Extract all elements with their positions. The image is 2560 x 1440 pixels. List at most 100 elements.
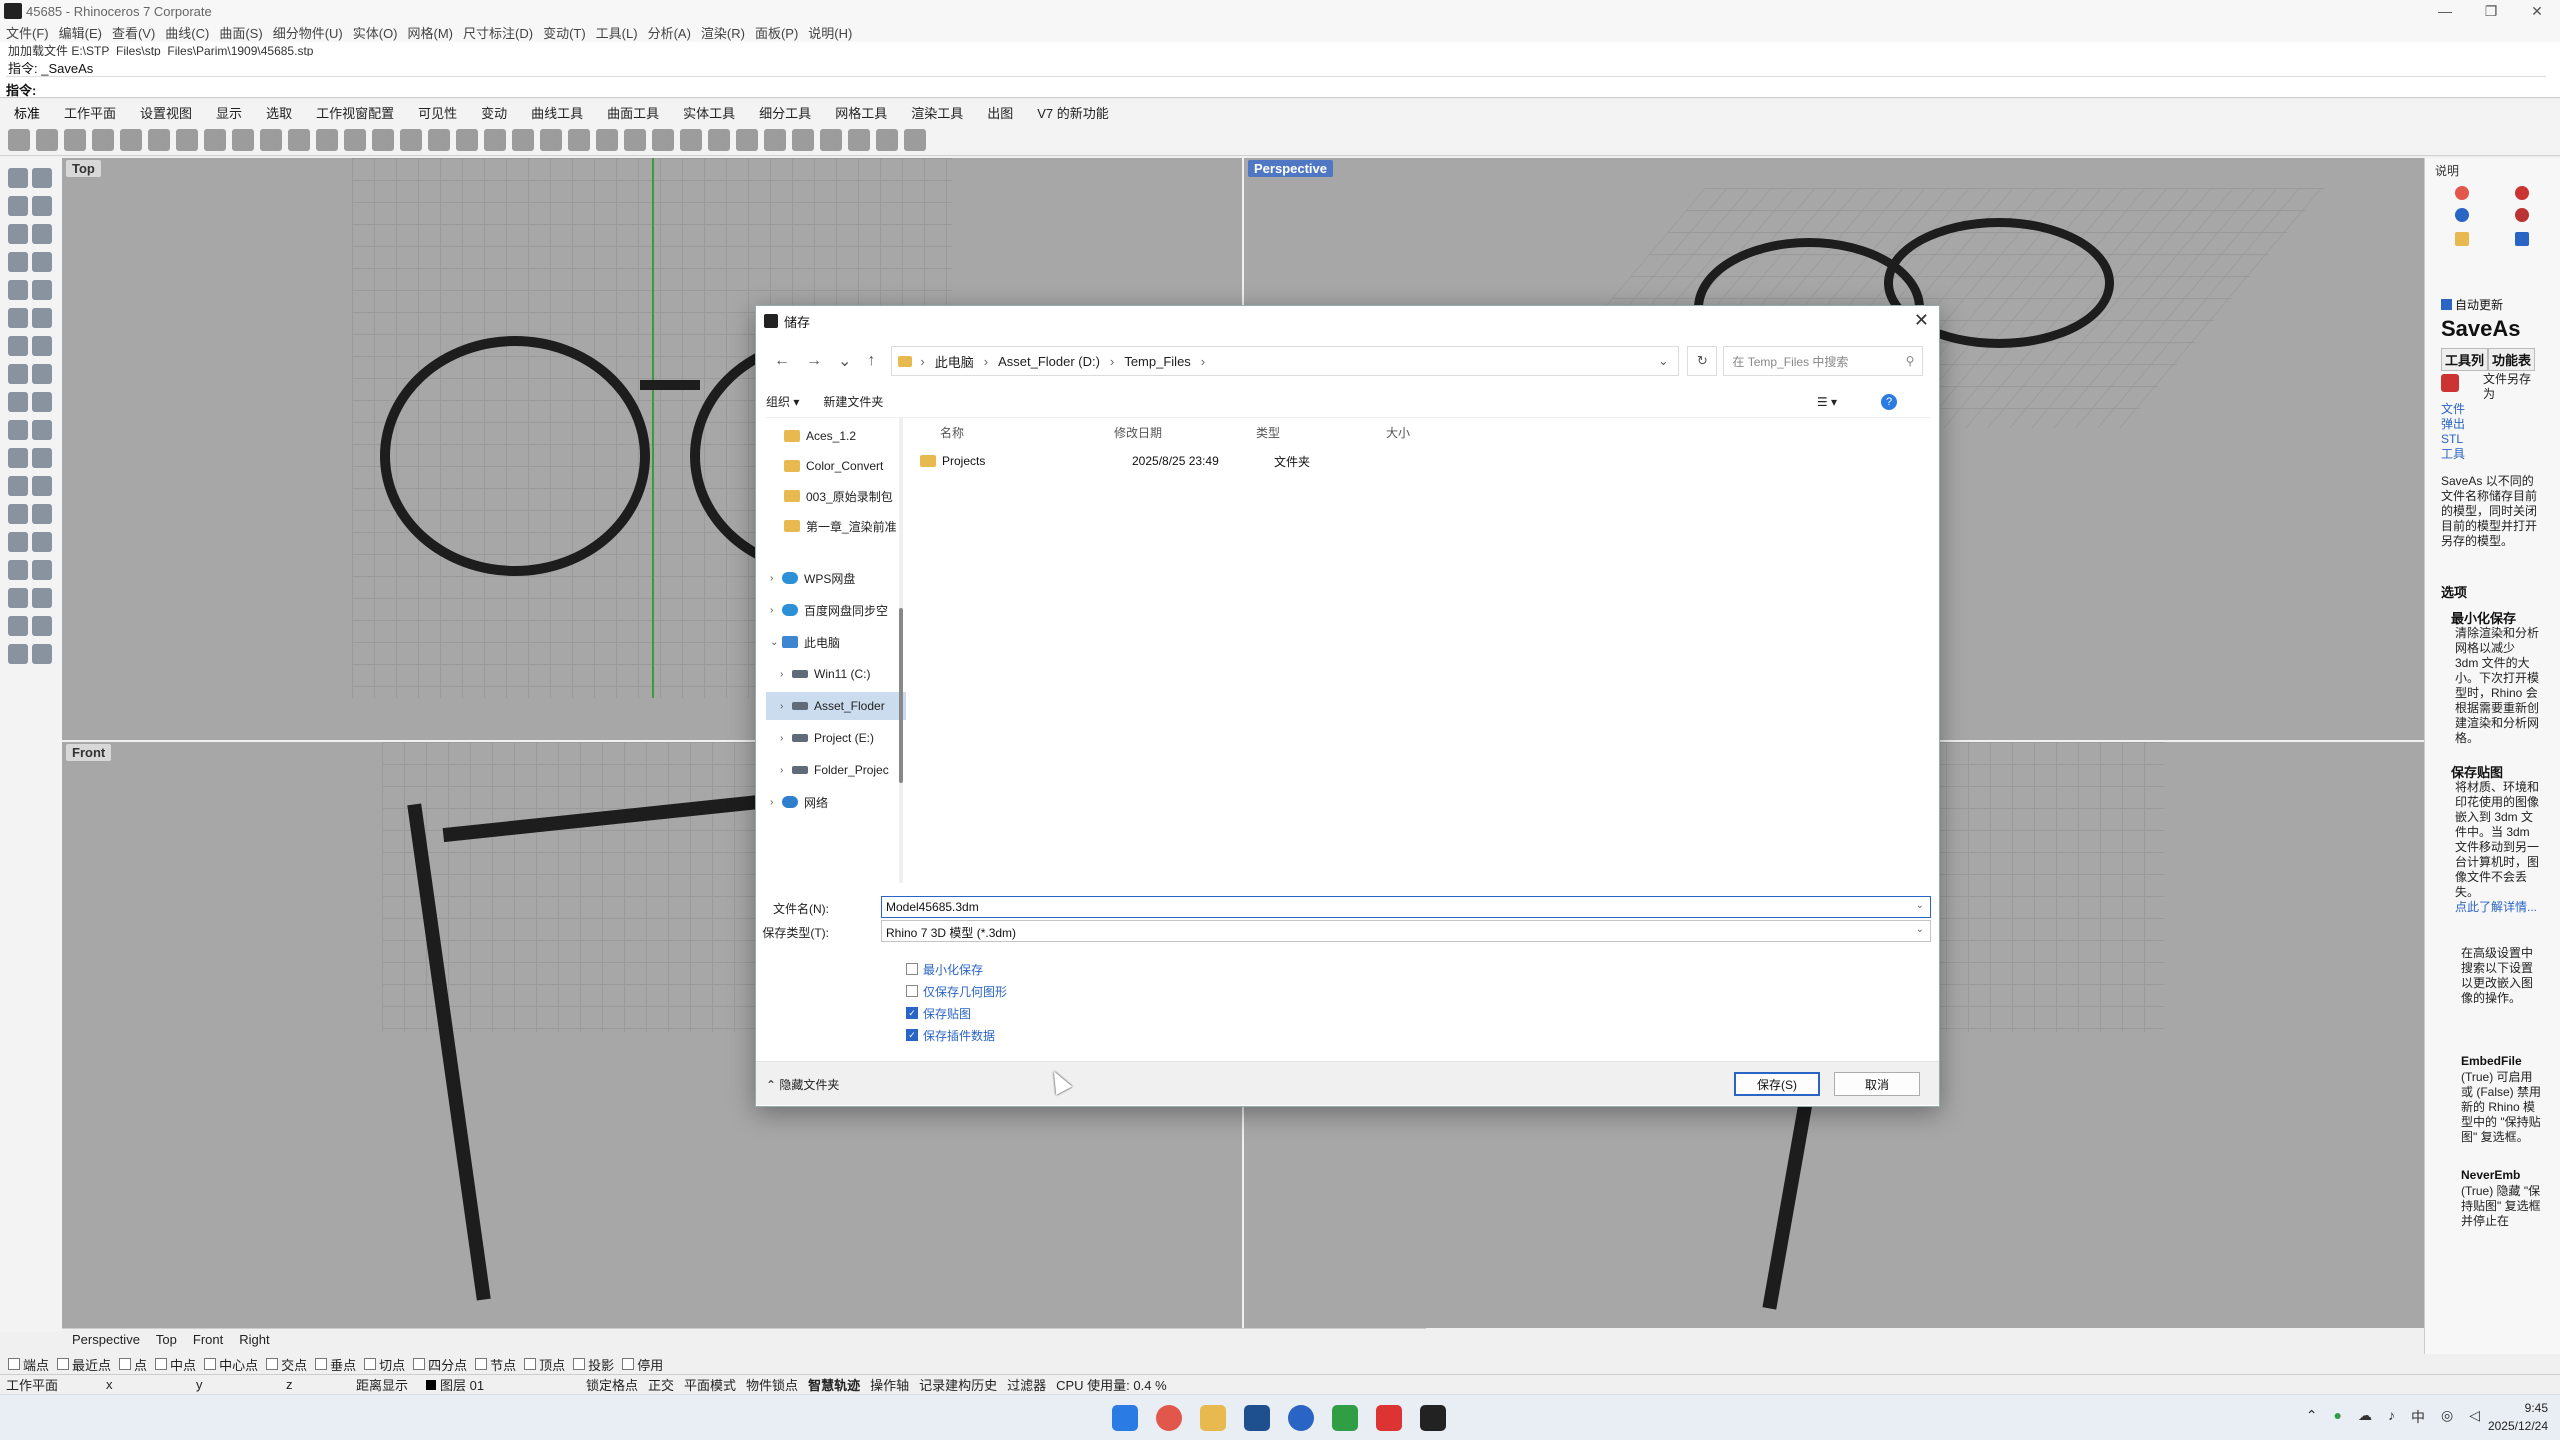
nav-item-003[interactable]: 003_原始录制包 [766, 482, 906, 510]
help-icon[interactable] [904, 128, 926, 151]
pen-panel-icon[interactable] [2515, 208, 2529, 222]
fillet-tool-icon[interactable] [32, 280, 52, 300]
menu-view[interactable]: 查看(V) [112, 23, 155, 42]
status-toggle-planar[interactable]: 平面模式 [684, 1375, 736, 1394]
breadcrumb-temp-files[interactable]: Temp_Files [1124, 354, 1190, 369]
save-button[interactable]: 保存(S) [1734, 1072, 1820, 1096]
tab-mesh-tools[interactable]: 网格工具 [835, 103, 887, 122]
pan-icon[interactable] [260, 128, 282, 151]
status-cplane[interactable]: 工作平面 [6, 1375, 96, 1394]
save-file-icon[interactable] [64, 128, 86, 151]
tray-mic-icon[interactable]: ♪ [2388, 1407, 2395, 1427]
auto-update-checkbox[interactable]: 自动更新 [2441, 296, 2503, 313]
tab-render-tools[interactable]: 渲染工具 [911, 103, 963, 122]
menu-transform[interactable]: 变动(T) [543, 23, 586, 42]
rotate-view-icon[interactable] [288, 128, 310, 151]
status-toggle-ortho[interactable]: 正交 [648, 1375, 674, 1394]
zoom-icon[interactable] [316, 128, 338, 151]
polygon-tool-icon[interactable] [32, 252, 52, 272]
group-tool-icon[interactable] [8, 532, 28, 552]
scale-tool-icon[interactable] [32, 420, 52, 440]
pen-icon[interactable] [792, 128, 814, 151]
viewport-label-front[interactable]: Front [66, 744, 112, 761]
polyline-tool-icon[interactable] [8, 196, 28, 216]
vp-tab-right[interactable]: Right [239, 1332, 269, 1347]
tab-display[interactable]: 显示 [216, 103, 242, 122]
help-tool-links[interactable]: 文件 弹出 STL 工具 [2441, 402, 2477, 462]
import-icon[interactable] [120, 128, 142, 151]
osnap-near[interactable]: 最近点 [57, 1355, 111, 1374]
osnap-vertex[interactable]: 顶点 [524, 1355, 565, 1374]
menu-subd[interactable]: 细分物件(U) [273, 23, 343, 42]
search-input[interactable]: 在 Temp_Files 中搜索 ⚲ [1723, 346, 1924, 376]
layer-icon[interactable] [652, 128, 674, 151]
col-name[interactable]: 名称 [940, 424, 964, 441]
zoom-window-icon[interactable] [344, 128, 366, 151]
split-tool-icon[interactable] [32, 476, 52, 496]
vp-tab-top[interactable]: Top [156, 1332, 177, 1347]
nav-item-project-e[interactable]: › Project (E:) [766, 724, 906, 752]
view-options-icon[interactable]: ☰ ▾ [1817, 395, 1837, 409]
col-type[interactable]: 类型 [1256, 424, 1280, 441]
cancel-button[interactable]: 取消 [1834, 1072, 1920, 1096]
rhino-taskbar-icon[interactable] [1420, 1405, 1446, 1431]
breadcrumb-this-pc[interactable]: 此电脑 [935, 352, 974, 371]
hide-folders-toggle[interactable]: ⌃ 隐藏文件夹 [766, 1076, 839, 1093]
nav-item-asset-floder[interactable]: › Asset_Floder [766, 692, 906, 720]
undo-icon[interactable] [232, 128, 254, 151]
boolean-tool-icon[interactable] [32, 392, 52, 412]
undo-view-icon[interactable] [428, 128, 450, 151]
tab-subd-tools[interactable]: 细分工具 [759, 103, 811, 122]
layer-panel-icon[interactable] [2515, 186, 2529, 200]
option-save-plugin-data[interactable]: ✓ 保存插件数据 [906, 1024, 1007, 1046]
file-explorer-icon[interactable] [1200, 1405, 1226, 1431]
paste-icon[interactable] [204, 128, 226, 151]
open-file-icon[interactable] [36, 128, 58, 151]
app-icon-3[interactable] [1332, 1405, 1358, 1431]
panel-header[interactable]: 说明 [2435, 162, 2459, 179]
cylinder-tool-icon[interactable] [8, 364, 28, 384]
box-tool-icon[interactable] [8, 336, 28, 356]
print-icon[interactable] [92, 128, 114, 151]
folder-panel-icon[interactable] [2455, 232, 2469, 246]
tab-drafting[interactable]: 出图 [987, 103, 1013, 122]
ellipse-tool-icon[interactable] [8, 280, 28, 300]
filename-input[interactable]: Model45685.3dm ⌄ [881, 896, 1931, 918]
osnap-disable[interactable]: 停用 [622, 1355, 663, 1374]
nav-scrollbar[interactable] [899, 418, 903, 883]
tab-setview[interactable]: 设置视图 [140, 103, 192, 122]
dimension-tool-icon[interactable] [32, 504, 52, 524]
filetype-select[interactable]: Rhino 7 3D 模型 (*.3dm) ⌄ [881, 920, 1931, 942]
menu-analyze[interactable]: 分析(A) [648, 23, 691, 42]
viewport-label-top[interactable]: Top [66, 160, 101, 177]
forward-arrow-icon[interactable]: → [806, 352, 822, 370]
vp-tab-perspective[interactable]: Perspective [72, 1332, 140, 1347]
osnap-center[interactable]: 中心点 [204, 1355, 258, 1374]
nav-item-color-convert[interactable]: Color_Convert [766, 452, 906, 480]
help-opt2-link[interactable]: 点此了解详情... [2455, 900, 2541, 915]
menu-dimension[interactable]: 尺寸标注(D) [463, 23, 533, 42]
analyze-tool-icon[interactable] [32, 588, 52, 608]
col-size[interactable]: 大小 [1386, 424, 1410, 441]
point-tool-icon[interactable] [32, 168, 52, 188]
close-window-button[interactable]: ✕ [2514, 0, 2560, 22]
new-file-icon[interactable] [8, 128, 30, 151]
osnap-project[interactable]: 投影 [573, 1355, 614, 1374]
tab-select[interactable]: 选取 [266, 103, 292, 122]
app-icon-4[interactable] [1376, 1405, 1402, 1431]
start-icon[interactable] [1112, 1405, 1138, 1431]
options-gear-icon[interactable] [820, 128, 842, 151]
text-tool-icon[interactable] [8, 504, 28, 524]
tab-transform[interactable]: 变动 [481, 103, 507, 122]
nav-item-network[interactable]: › 网络 [766, 788, 906, 816]
new-folder-button[interactable]: 新建文件夹 [823, 393, 883, 410]
file-row[interactable]: Projects 2025/8/25 23:49 文件夹 [920, 448, 1920, 474]
zoom-extents-icon[interactable] [372, 128, 394, 151]
curve-tool-icon[interactable] [32, 196, 52, 216]
app-icon-2[interactable] [1288, 1405, 1314, 1431]
render-sphere-icon[interactable] [736, 128, 758, 151]
app-icon-1[interactable] [1244, 1405, 1270, 1431]
refresh-icon[interactable]: ↻ [1687, 346, 1718, 376]
option-minimize-save[interactable]: 最小化保存 [906, 958, 1007, 980]
tab-surface-tools[interactable]: 曲面工具 [607, 103, 659, 122]
